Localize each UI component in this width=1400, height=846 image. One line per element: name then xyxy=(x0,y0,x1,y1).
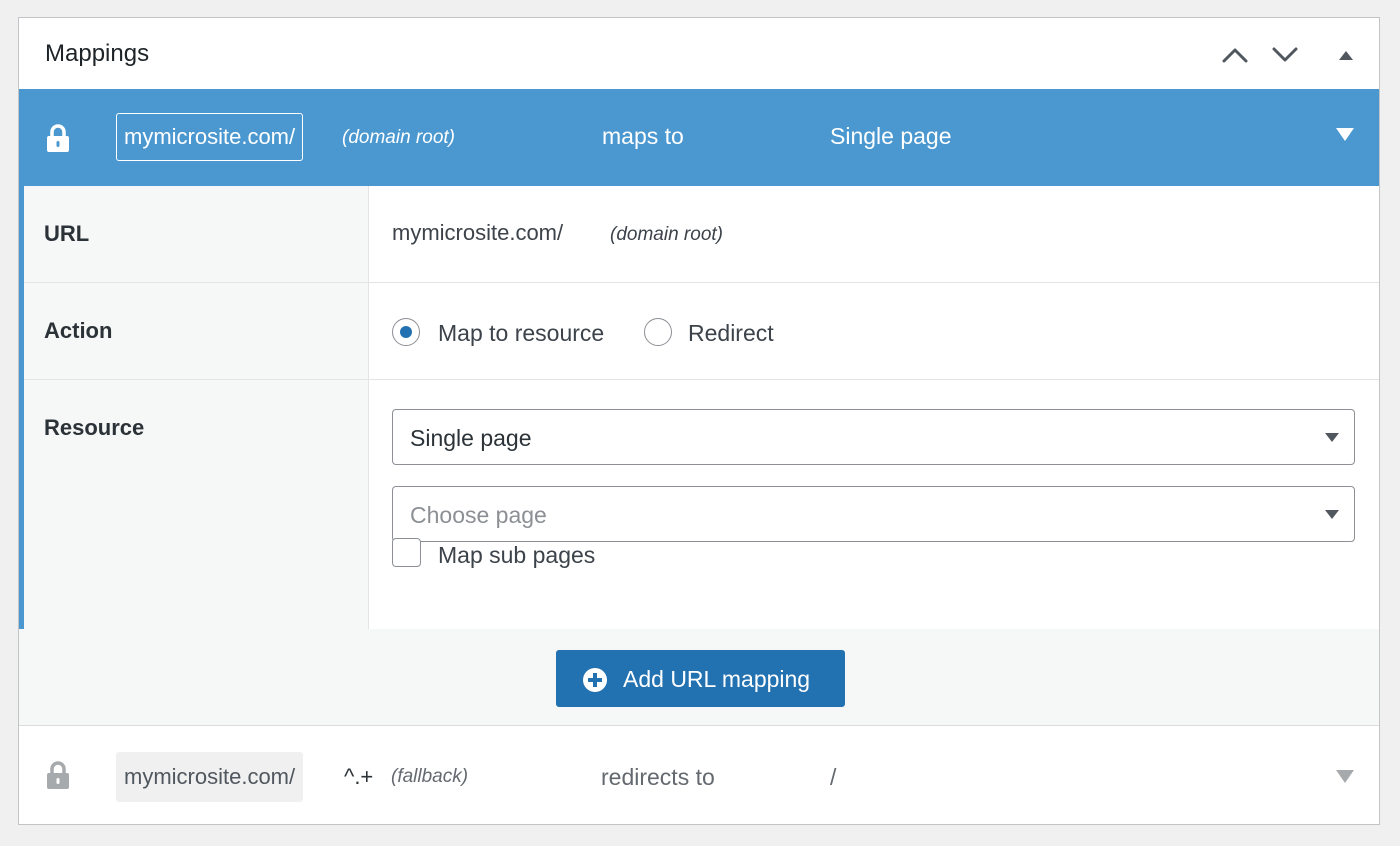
resource-type-value: Single page xyxy=(410,425,532,451)
choose-page-placeholder: Choose page xyxy=(410,502,547,528)
map-sub-pages-checkbox[interactable] xyxy=(392,538,421,567)
fallback-target: / xyxy=(830,764,837,790)
action-label: Action xyxy=(44,318,113,343)
radio-label-map-to-resource[interactable]: Map to resource xyxy=(438,320,604,347)
resource-row: Resource Single page Choose page Map sub… xyxy=(24,380,1379,629)
mapping-note: (domain root) xyxy=(342,127,455,148)
fallback-note: (fallback) xyxy=(391,766,469,787)
plus-circle-icon xyxy=(583,668,607,692)
collapse-panel-button[interactable] xyxy=(1329,38,1363,72)
chevron-down-icon xyxy=(1272,47,1298,62)
caret-down-icon xyxy=(1325,510,1339,519)
caret-down-icon xyxy=(1325,433,1339,442)
mapping-url[interactable]: mymicrosite.com/ xyxy=(116,113,304,161)
fallback-mapping-url: mymicrosite.com/ xyxy=(116,752,304,802)
lock-icon xyxy=(47,124,69,152)
panel-header: Mappings xyxy=(19,18,1379,90)
resource-label: Resource xyxy=(44,415,145,440)
fallback-pattern: ^.+ xyxy=(344,764,374,789)
mapping-row-fallback[interactable]: mymicrosite.com/ ^.+ (fallback) redirect… xyxy=(19,726,1379,824)
choose-page-select[interactable]: Choose page xyxy=(392,486,1355,542)
url-row: URL mymicrosite.com/ (domain root) xyxy=(24,186,1379,283)
mapping-target: Single page xyxy=(830,123,952,149)
add-url-mapping-button[interactable]: Add URL mapping xyxy=(556,650,845,707)
resource-type-select[interactable]: Single page xyxy=(392,409,1355,465)
mapping-verb: maps to xyxy=(602,123,684,149)
triangle-down-icon[interactable] xyxy=(1335,769,1355,784)
move-down-button[interactable] xyxy=(1268,38,1302,72)
mappings-panel: Mappings mymicrosite.com/ (domain root) … xyxy=(18,17,1380,825)
lock-icon xyxy=(47,761,69,789)
map-sub-pages-label[interactable]: Map sub pages xyxy=(438,542,595,569)
add-mapping-area: Add URL mapping xyxy=(19,629,1379,726)
url-value: mymicrosite.com/ xyxy=(392,220,564,245)
fallback-verb: redirects to xyxy=(601,764,715,790)
mapping-details: URL mymicrosite.com/ (domain root) Actio… xyxy=(19,186,1379,629)
url-note: (domain root) xyxy=(610,224,723,245)
mapping-row-header[interactable]: mymicrosite.com/ (domain root) maps to S… xyxy=(19,89,1379,186)
panel-title: Mappings xyxy=(45,40,150,67)
triangle-up-icon xyxy=(1339,51,1353,60)
url-label: URL xyxy=(44,221,90,246)
triangle-down-icon[interactable] xyxy=(1335,127,1355,142)
radio-label-redirect[interactable]: Redirect xyxy=(688,320,774,347)
radio-redirect[interactable] xyxy=(644,318,672,346)
action-row: Action Map to resource Redirect xyxy=(24,283,1379,380)
add-url-mapping-label: Add URL mapping xyxy=(623,666,811,692)
chevron-up-icon xyxy=(1222,48,1248,63)
move-up-button[interactable] xyxy=(1218,38,1252,72)
radio-map-to-resource[interactable] xyxy=(392,318,420,346)
